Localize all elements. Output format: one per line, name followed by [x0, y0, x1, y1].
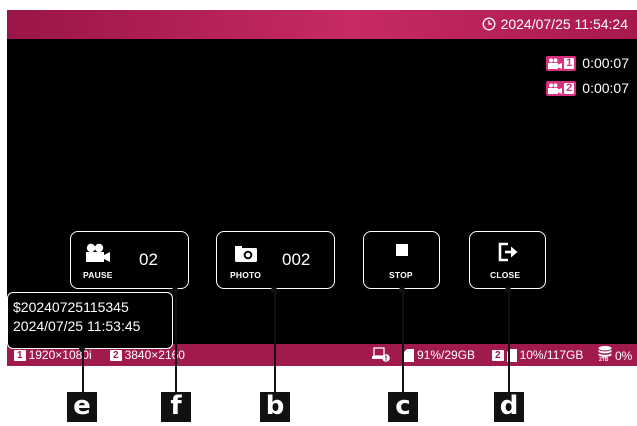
callout-e-line	[82, 349, 84, 393]
close-label: CLOSE	[490, 270, 521, 280]
media-2-usage: 2 10%/117GB	[492, 348, 583, 362]
top-bar: 2024/07/25 11:54:24	[7, 10, 637, 39]
video-camera-icon	[86, 243, 110, 262]
photo-button[interactable]: PHOTO 002	[216, 231, 335, 289]
photo-count: 002	[282, 250, 311, 269]
file-info-box: $20240725115345 2024/07/25 11:53:45	[7, 292, 173, 349]
file-timestamp: 2024/07/25 11:53:45	[13, 318, 141, 334]
callout-e: e	[67, 392, 97, 422]
storage-usage: 2TB 0%	[598, 346, 632, 364]
callout-d-line	[508, 290, 510, 393]
callout-f: f	[161, 392, 191, 422]
recorder-2-badge: 2	[546, 80, 577, 96]
recorder-1-elapsed: 0:00:07	[582, 55, 629, 71]
callout-b: b	[260, 392, 290, 422]
callout-c-dot	[399, 287, 405, 293]
recorder-2-elapsed: 0:00:07	[582, 80, 629, 96]
photo-label: PHOTO	[230, 270, 262, 280]
file-name: $20240725115345	[13, 299, 129, 315]
camera-screen: 2024/07/25 11:54:24 1 0:00:07 2 0:00:07 …	[7, 10, 637, 366]
callout-f-line	[175, 290, 177, 393]
callout-f-dot	[172, 287, 178, 293]
recorder-icon	[548, 57, 563, 69]
stop-button[interactable]: STOP	[363, 231, 440, 289]
database-icon: 2TB	[598, 346, 612, 364]
recorder-icon	[548, 82, 563, 94]
network-warning-icon	[372, 347, 390, 362]
callout-e-dot	[79, 346, 85, 352]
pause-count: 02	[139, 250, 158, 269]
exit-icon	[498, 242, 518, 262]
clock-icon	[482, 17, 496, 31]
pause-label: PAUSE	[83, 270, 113, 280]
output-2-resolution: 2 3840×2160	[110, 348, 185, 362]
recorder-2-timer: 2 0:00:07	[546, 80, 629, 96]
callout-c-line	[402, 290, 404, 393]
recorder-1-timer: 1 0:00:07	[546, 55, 629, 71]
callout-b-line	[274, 290, 276, 393]
pause-button[interactable]: PAUSE 02	[70, 231, 189, 289]
sd-card-icon	[404, 348, 414, 362]
callout-d: d	[494, 392, 524, 422]
callout-b-dot	[271, 287, 277, 293]
camera-icon	[235, 246, 257, 262]
stop-label: STOP	[389, 270, 413, 280]
recorder-1-badge: 1	[546, 55, 577, 71]
callout-c: c	[388, 392, 418, 422]
clock: 2024/07/25 11:54:24	[482, 16, 628, 32]
callout-d-dot	[505, 287, 511, 293]
stop-icon	[396, 244, 408, 256]
close-button[interactable]: CLOSE	[469, 231, 546, 289]
media-1-usage: 91%/29GB	[404, 348, 475, 362]
datetime-text: 2024/07/25 11:54:24	[500, 16, 628, 32]
